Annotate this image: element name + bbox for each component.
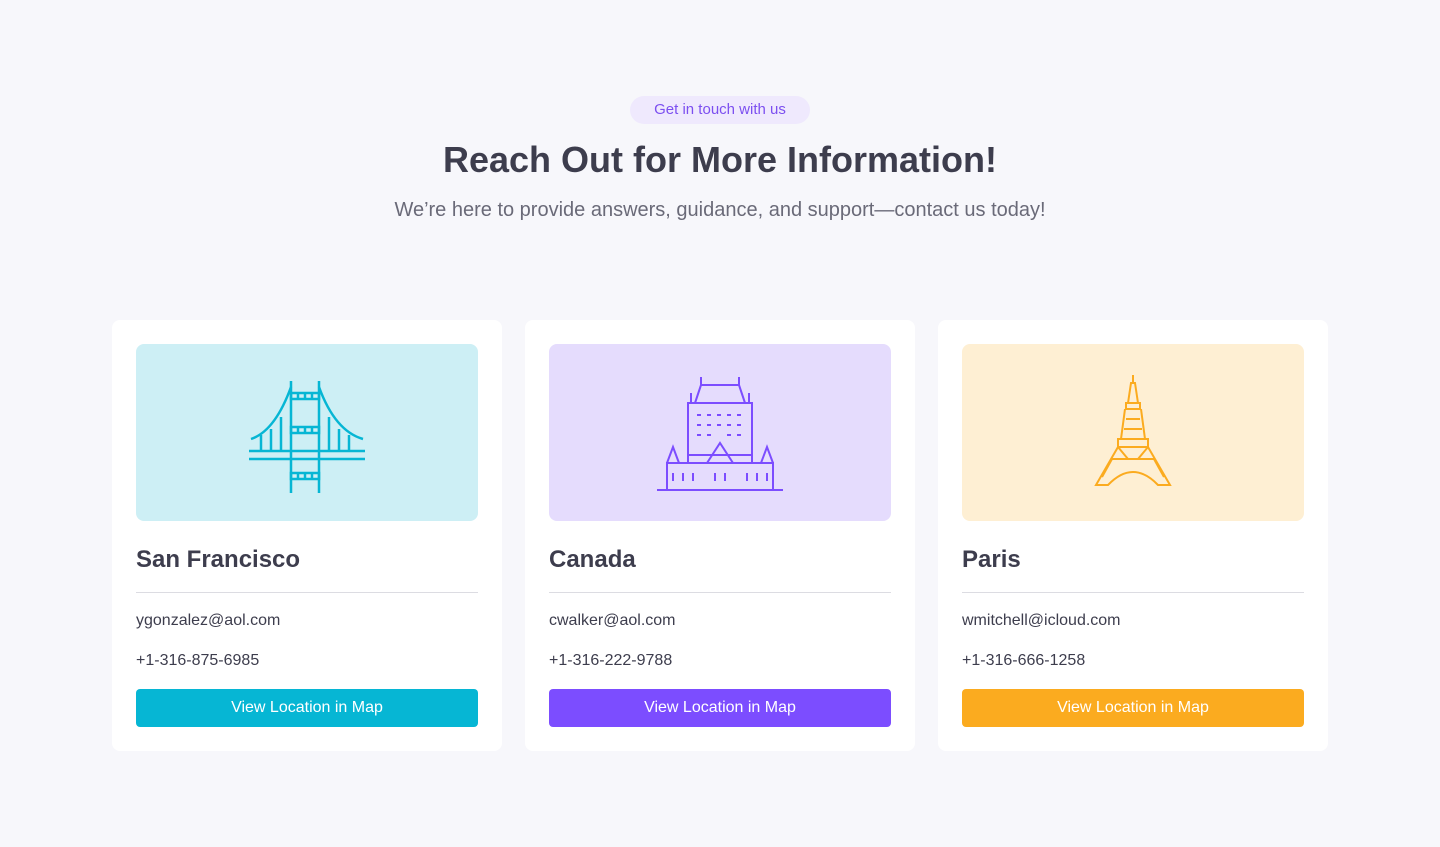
location-image: [962, 344, 1304, 521]
location-card-paris: Paris wmitchell@icloud.com +1-316-666-12…: [938, 320, 1328, 751]
location-image: [136, 344, 478, 521]
location-city: Canada: [549, 546, 636, 573]
chateau-frontenac-icon: [657, 376, 783, 491]
location-email: ygonzalez@aol.com: [136, 612, 281, 629]
location-card-canada: Canada cwalker@aol.com +1-316-222-9788 V…: [525, 320, 915, 751]
page-subtitle: We’re here to provide answers, guidance,…: [394, 199, 1046, 221]
divider: [962, 592, 1304, 593]
location-email: wmitchell@icloud.com: [962, 612, 1121, 629]
divider: [549, 592, 891, 593]
section-badge: Get in touch with us: [630, 96, 810, 124]
eiffel-tower-icon: [1094, 374, 1172, 486]
view-location-button[interactable]: View Location in Map: [962, 689, 1304, 727]
golden-gate-bridge-icon: [249, 380, 365, 493]
location-phone: +1-316-875-6985: [136, 652, 260, 669]
location-card-san-francisco: San Francisco ygonzalez@aol.com +1-316-8…: [112, 320, 502, 751]
view-location-button[interactable]: View Location in Map: [136, 689, 478, 727]
location-city: Paris: [962, 546, 1021, 573]
view-location-button[interactable]: View Location in Map: [549, 689, 891, 727]
location-phone: +1-316-222-9788: [549, 652, 673, 669]
divider: [136, 592, 478, 593]
location-phone: +1-316-666-1258: [962, 652, 1086, 669]
location-image: [549, 344, 891, 521]
location-email: cwalker@aol.com: [549, 612, 676, 629]
page-title: Reach Out for More Information!: [442, 139, 997, 180]
location-city: San Francisco: [136, 546, 301, 573]
